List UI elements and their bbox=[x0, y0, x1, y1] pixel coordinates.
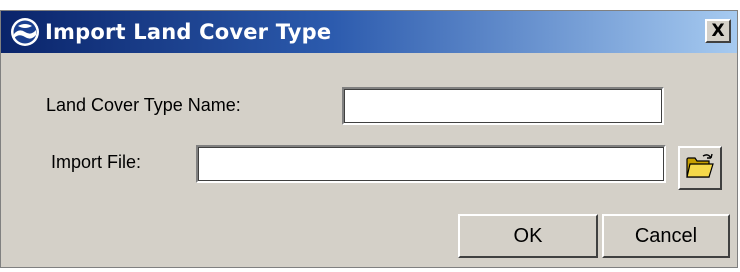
browse-file-button[interactable] bbox=[678, 146, 722, 190]
land-cover-type-name-input[interactable] bbox=[342, 87, 664, 125]
ok-button[interactable]: OK bbox=[458, 214, 598, 258]
import-file-input[interactable] bbox=[196, 145, 666, 183]
open-folder-icon bbox=[685, 153, 715, 184]
noaa-logo-icon bbox=[9, 16, 41, 48]
cancel-button[interactable]: Cancel bbox=[602, 214, 730, 258]
close-button[interactable]: X bbox=[705, 19, 731, 43]
import-file-label: Import File: bbox=[51, 152, 142, 172]
import-land-cover-dialog: Import Land Cover Type X Land Cover Type… bbox=[0, 10, 738, 268]
dialog-title: Import Land Cover Type bbox=[45, 20, 332, 44]
land-cover-type-name-label: Land Cover Type Name: bbox=[46, 95, 241, 115]
title-bar[interactable]: Import Land Cover Type X bbox=[1, 11, 737, 53]
